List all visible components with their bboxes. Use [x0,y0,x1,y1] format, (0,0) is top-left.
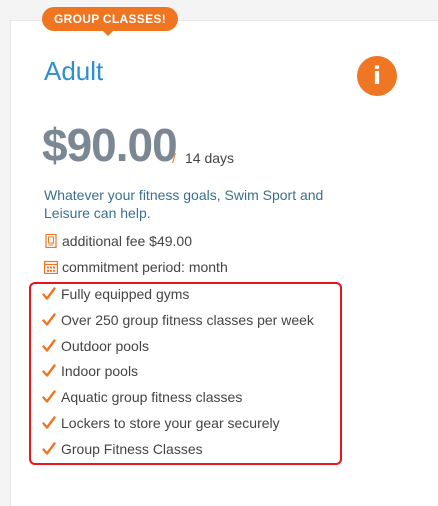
info-icon: i [372,62,382,90]
feature-item: Outdoor pools [42,337,149,355]
feature-item: Indoor pools [42,362,138,380]
plan-title: Adult [44,56,104,86]
group-classes-badge: GROUP CLASSES! [42,7,178,31]
fee-icon [45,234,57,248]
plan-description: Whatever your fitness goals, Swim Sport … [44,187,324,221]
feature-text: Group Fitness Classes [61,441,203,457]
checkmark-icon [42,364,56,377]
checkmark-icon [42,416,56,429]
feature-text: Fully equipped gyms [61,286,190,302]
plan-price: $90.00 [42,119,178,171]
checkmark-icon [42,287,56,300]
additional-fee-text: additional fee $49.00 [62,233,192,249]
checkmark-icon [42,313,56,326]
badge-pointer [102,30,114,36]
calendar-icon [44,260,58,274]
checkmark-icon [42,339,56,352]
feature-item: Lockers to store your gear securely [42,414,280,432]
feature-text: Outdoor pools [61,338,149,354]
additional-fee-row: additional fee $49.00 [44,232,192,250]
commitment-period-row: commitment period: month [44,258,228,276]
feature-text: Aquatic group fitness classes [61,389,243,405]
commitment-period-text: commitment period: month [62,259,228,275]
checkmark-icon [42,390,56,403]
feature-item: Aquatic group fitness classes [42,388,242,406]
feature-text: Indoor pools [61,363,139,379]
feature-item: Over 250 group fitness classes per week [42,311,314,329]
feature-item: Group Fitness Classes [42,440,203,458]
feature-text: Lockers to store your gear securely [61,415,280,431]
price-separator: / [172,150,176,166]
feature-text: Over 250 group fitness classes per week [61,312,314,328]
feature-item: Fully equipped gyms [42,285,189,303]
info-button[interactable]: i [357,56,397,96]
billing-period: 14 days [185,150,235,166]
checkmark-icon [42,442,56,455]
